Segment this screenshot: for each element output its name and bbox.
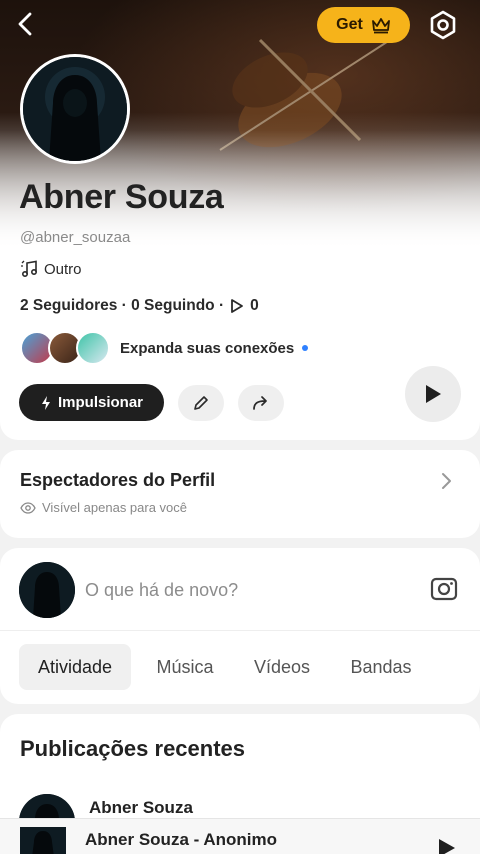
composer-avatar [19,562,75,618]
player-track-title: Abner Souza - Anonimo [85,830,278,849]
tab-bands[interactable]: Bandas [340,644,422,690]
hooded-figure-avatar [23,57,127,161]
back-arrow-icon [18,12,32,36]
eye-icon [20,501,36,514]
play-count-icon [231,299,244,313]
hooded-figure-avatar [19,562,75,618]
post-author-name[interactable]: Abner Souza [89,798,193,818]
mini-player[interactable]: Abner Souza - Anonimo [0,818,480,854]
genre-label: Outro [44,260,82,278]
lightning-icon [41,395,50,410]
new-indicator-dot [302,345,309,351]
stats-text: 2 Seguidores · 0 Seguindo · [20,297,225,314]
composer-card: O que há de novo? Atividade Música Vídeo… [0,548,480,704]
profile-name: Abner Souza [19,178,224,216]
play-icon [426,385,441,403]
music-note-icon [21,260,38,278]
chevron-right-icon [442,473,451,489]
profile-genre: Outro [20,260,82,278]
plays-count: 0 [250,297,259,314]
connections-row[interactable]: Expanda suas conexões [20,331,309,365]
profile-avatar[interactable] [20,54,130,164]
connections-label: Expanda suas conexões [120,339,295,357]
player-play-icon[interactable] [437,837,457,854]
settings-button[interactable] [427,9,459,41]
profile-viewers-card[interactable]: Espectadores do Perfil Visível apenas pa… [0,450,480,538]
tab-music[interactable]: Música [145,644,225,690]
get-label: Get [336,16,363,33]
profile-card: Get Abner Souza @abner_souzaa Outro 2 Se… [0,0,480,440]
pencil-icon [194,396,208,410]
camera-icon[interactable] [430,576,458,602]
tab-videos[interactable]: Vídeos [243,644,321,690]
visibility-label: Visível apenas para você [42,500,188,515]
back-button[interactable] [10,8,42,40]
hooded-figure-artwork [20,827,66,854]
player-artwork [20,827,66,854]
recent-posts-title: Publicações recentes [20,736,246,761]
settings-hex-icon [430,10,456,40]
boost-button[interactable]: Impulsionar [19,384,164,421]
profile-handle: @abner_souzaa [20,229,131,246]
get-premium-button[interactable]: Get [317,7,410,43]
visibility-note: Visível apenas para você [20,500,187,515]
edit-button[interactable] [178,385,224,421]
share-button[interactable] [238,385,284,421]
crown-icon [371,18,390,34]
share-arrow-icon [253,396,267,410]
connection-avatar [76,331,110,365]
composer-input[interactable]: O que há de novo? [85,580,238,601]
play-profile-button[interactable] [405,366,461,422]
profile-stats[interactable]: 2 Seguidores · 0 Seguindo · 0 [20,297,259,315]
divider [0,630,480,631]
viewers-title: Espectadores do Perfil [20,470,216,490]
tab-activity[interactable]: Atividade [19,644,131,690]
boost-label: Impulsionar [57,394,143,411]
